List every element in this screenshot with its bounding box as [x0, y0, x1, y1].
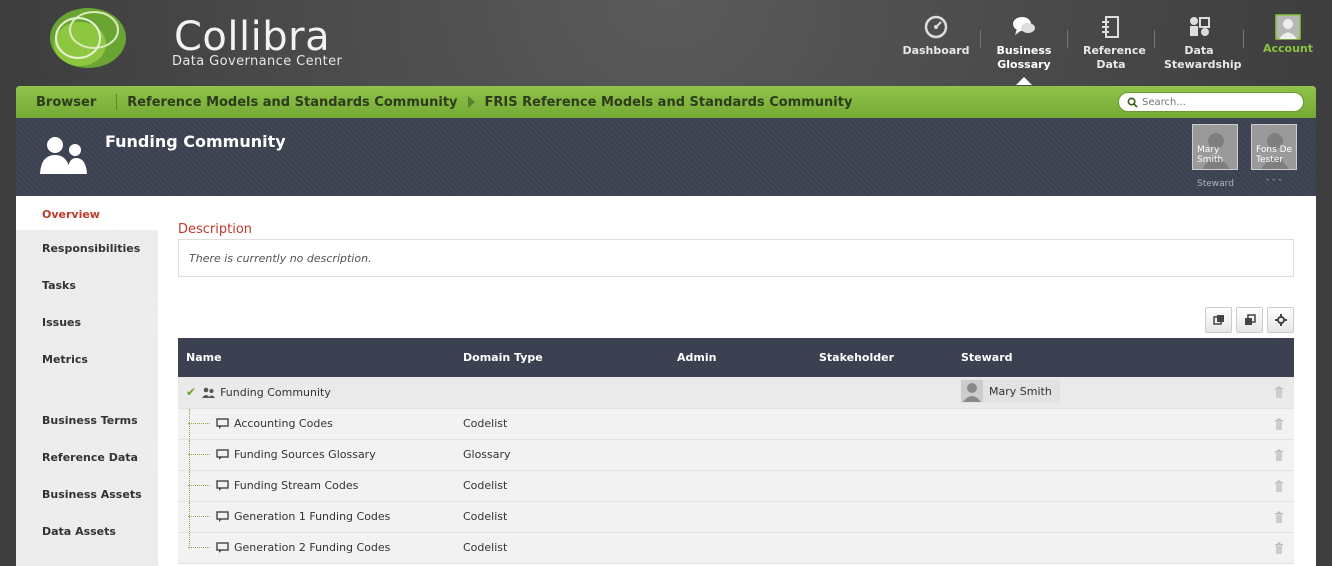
- duplicate-button[interactable]: [1236, 307, 1263, 333]
- row-name[interactable]: Generation 2 Funding Codes: [234, 541, 390, 554]
- trash-icon[interactable]: [1274, 449, 1284, 461]
- search-icon: [1127, 97, 1138, 108]
- nav-data-stewardship[interactable]: Data Stewardship: [1155, 0, 1243, 84]
- sidebar-item-reference-data[interactable]: Reference Data: [16, 439, 158, 476]
- title-bar: Funding Community Mary Smith Steward Fon…: [16, 118, 1316, 196]
- nav-business-glossary-label: Business Glossary: [996, 44, 1052, 71]
- comment-icon: [216, 510, 229, 522]
- row-type: Glossary: [455, 439, 669, 471]
- breadcrumb-item-2[interactable]: FRIS Reference Models and Standards Comm…: [485, 95, 853, 110]
- nav-dashboard[interactable]: Dashboard: [892, 0, 980, 84]
- column-header-domain-type[interactable]: Domain Type: [455, 338, 669, 377]
- table-row-group[interactable]: ✔ Funding Community Mary Smith: [178, 377, 1294, 409]
- breadcrumb-browser[interactable]: Browser: [16, 95, 116, 110]
- column-header-stakeholder[interactable]: Stakeholder: [811, 338, 953, 377]
- dashboard-gauge-icon: [924, 15, 948, 39]
- gear-icon: [1274, 314, 1287, 326]
- community-users-icon: [40, 137, 87, 174]
- sidebar-item-data-assets[interactable]: Data Assets: [16, 513, 158, 550]
- sidebar-item-metrics[interactable]: Metrics: [16, 341, 158, 378]
- row-type: Codelist: [455, 532, 669, 564]
- row-name[interactable]: Funding Stream Codes: [234, 479, 358, 492]
- sidebar-item-issues[interactable]: Issues: [16, 304, 158, 341]
- breadcrumb: Browser Reference Models and Standards C…: [16, 86, 1316, 118]
- sidebar: Overview Responsibilities Tasks Issues M…: [16, 198, 158, 566]
- page-title: Funding Community: [105, 132, 286, 151]
- sidebar-item-overview[interactable]: Overview: [16, 198, 158, 230]
- settings-button[interactable]: [1267, 307, 1294, 333]
- column-header-admin[interactable]: Admin: [669, 338, 811, 377]
- export-button[interactable]: [1205, 307, 1232, 333]
- table-row[interactable]: Generation 2 Funding Codes Codelist: [178, 532, 1294, 564]
- collibra-logo[interactable]: Collibra Data Governance Center: [48, 4, 348, 76]
- table-row[interactable]: Accounting Codes Codelist: [178, 408, 1294, 440]
- trash-icon[interactable]: [1274, 386, 1284, 398]
- description-title: Description: [178, 222, 253, 237]
- user-silhouette-icon: [963, 383, 981, 403]
- row-type: Codelist: [455, 470, 669, 502]
- avatar-mary-smith[interactable]: Mary Smith: [1192, 124, 1238, 170]
- top-nav: Dashboard Business Glossary Reference Da…: [892, 0, 1332, 84]
- row-type: Codelist: [455, 408, 669, 440]
- sidebar-item-responsibilities[interactable]: Responsibilities: [16, 230, 158, 267]
- search-input[interactable]: [1142, 96, 1292, 108]
- collibra-logo-icon: [50, 8, 126, 68]
- stewardship-icon: [1190, 17, 1210, 36]
- comment-icon: [216, 448, 229, 460]
- row-name[interactable]: Accounting Codes: [234, 417, 333, 430]
- steward-chip[interactable]: Mary Smith: [961, 379, 1060, 404]
- content-area: Description There is currently no descri…: [178, 198, 1294, 564]
- sidebar-item-business-terms[interactable]: Business Terms: [16, 402, 158, 439]
- steward-role-label: - - -: [1266, 175, 1282, 185]
- nav-account[interactable]: Account: [1244, 0, 1332, 84]
- comment-icon: [216, 541, 229, 553]
- community-icon: [202, 387, 216, 398]
- avatar-name: Mary Smith: [1197, 145, 1224, 165]
- table-row[interactable]: Generation 1 Funding Codes Codelist: [178, 501, 1294, 533]
- group-name[interactable]: Funding Community: [220, 386, 331, 399]
- brand-subtitle: Data Governance Center: [172, 54, 343, 69]
- user-silhouette-icon: [1275, 14, 1301, 40]
- main-panel: Browser Reference Models and Standards C…: [16, 86, 1316, 566]
- row-name[interactable]: Funding Sources Glossary: [234, 448, 376, 461]
- domain-table: Name Domain Type Admin Stakeholder Stewa…: [178, 338, 1294, 564]
- sidebar-item-business-assets[interactable]: Business Assets: [16, 476, 158, 513]
- chevron-down-icon[interactable]: ✔: [186, 385, 196, 399]
- comment-icon: [216, 417, 229, 429]
- table-toolbar: [178, 307, 1294, 333]
- sidebar-item-tasks[interactable]: Tasks: [16, 267, 158, 304]
- stack-icon: [1244, 314, 1256, 325]
- column-header-steward[interactable]: Steward: [953, 338, 1294, 377]
- description-box[interactable]: There is currently no description.: [178, 239, 1294, 277]
- trash-icon[interactable]: [1274, 542, 1284, 554]
- nav-reference-data[interactable]: Reference Data: [1068, 0, 1154, 84]
- trash-icon[interactable]: [1274, 511, 1284, 523]
- comment-icon: [216, 479, 229, 491]
- trash-icon[interactable]: [1274, 418, 1284, 430]
- steward-name: Mary Smith: [989, 384, 1052, 398]
- table-header: Name Domain Type Admin Stakeholder Stewa…: [178, 338, 1294, 377]
- nav-business-glossary[interactable]: Business Glossary: [981, 0, 1067, 84]
- row-name[interactable]: Generation 1 Funding Codes: [234, 510, 390, 523]
- nav-dashboard-label: Dashboard: [902, 44, 970, 57]
- reference-data-icon: [1102, 16, 1119, 38]
- nav-reference-data-label: Reference Data: [1083, 44, 1146, 71]
- speech-bubbles-icon: [1013, 17, 1035, 35]
- breadcrumb-item-1[interactable]: Reference Models and Standards Community: [127, 95, 457, 110]
- avatar-name: Fons De Tester: [1256, 145, 1293, 165]
- column-header-name[interactable]: Name: [178, 338, 455, 377]
- nav-account-label: Account: [1262, 42, 1314, 55]
- avatar-fons-de-tester[interactable]: Fons De Tester: [1251, 124, 1297, 170]
- steward-role-label: Steward: [1197, 179, 1234, 189]
- chevron-right-icon: [467, 96, 475, 108]
- table-row[interactable]: Funding Stream Codes Codelist: [178, 470, 1294, 502]
- search-box[interactable]: [1118, 92, 1304, 112]
- copy-icon: [1212, 315, 1224, 325]
- trash-icon[interactable]: [1274, 480, 1284, 492]
- avatar: [961, 380, 983, 403]
- row-type: Codelist: [455, 501, 669, 533]
- nav-data-stewardship-label: Data Stewardship: [1164, 44, 1242, 71]
- table-row[interactable]: Funding Sources Glossary Glossary: [178, 439, 1294, 471]
